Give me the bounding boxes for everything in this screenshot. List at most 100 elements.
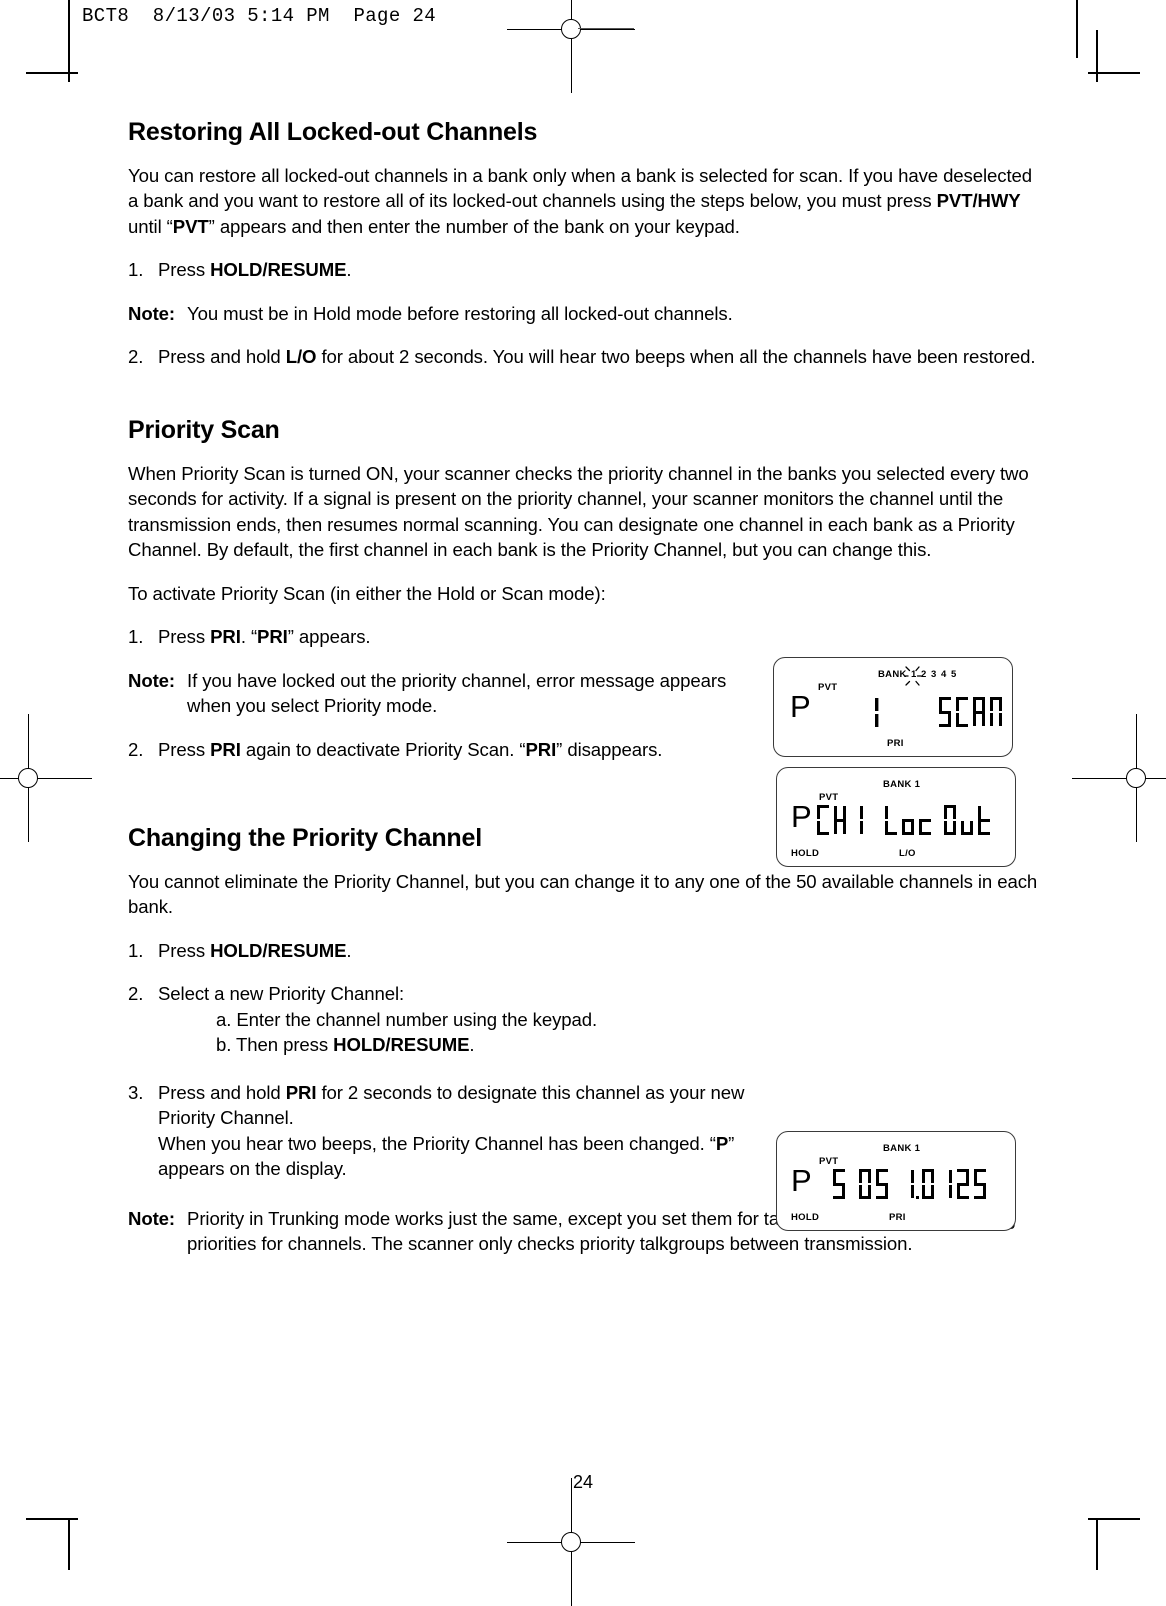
lcd-display-locout: P PVT BANK 1 HOLD L/O xyxy=(776,767,1016,867)
step-bold-pri: PRI xyxy=(210,626,241,647)
lcd-channel-digits xyxy=(866,696,880,730)
para-text-c: until “ xyxy=(128,215,173,237)
heading-priority-scan: Priority Scan xyxy=(128,415,280,444)
note-label-text: Note: xyxy=(128,1207,176,1229)
substep-a: a. Enter the channel number using the ke… xyxy=(216,1008,598,1030)
step-number: 3. xyxy=(128,1081,144,1103)
step-text: Press PRI. “PRI” appears. xyxy=(158,624,748,650)
step-text: Select a new Priority Channel: a. Enter … xyxy=(158,981,1038,1058)
lcd-bank-label: BANK 1 xyxy=(883,1143,921,1154)
print-header-text: BCT8 8/13/03 5:14 PM Page 24 xyxy=(82,5,437,27)
step-bold-p: P xyxy=(715,1132,729,1154)
lcd-display-frequency: P PVT BANK 1 HOLD PRI xyxy=(776,1131,1016,1231)
lcd-p-indicator: P xyxy=(790,689,811,724)
step-bold-pri: PRI xyxy=(210,738,241,760)
lcd-p-indicator: P xyxy=(791,799,812,834)
step-text-post: . xyxy=(346,259,352,281)
step-number: 1. xyxy=(128,259,144,281)
note-locked-out-priority: Note: If you have locked out the priorit… xyxy=(128,668,748,719)
paragraph-priority-scan: When Priority Scan is turned ON, your sc… xyxy=(128,462,1029,561)
step-item: 1. Press PRI. “PRI” appears. xyxy=(128,624,748,650)
step-text: Press and hold L/O for about 2 seconds. … xyxy=(158,344,1038,370)
step-text-pre: Press and hold xyxy=(158,346,286,368)
registration-mark-right xyxy=(1072,714,1166,842)
header-rule-left xyxy=(68,0,70,58)
note-label-text: Note: xyxy=(128,669,176,691)
step-text-pre: Press xyxy=(158,939,211,961)
step-item: 1. Press HOLD/RESUME. xyxy=(128,938,1038,964)
note-hold-mode: Note: You must be in Hold mode before re… xyxy=(128,301,1038,327)
crop-mark-bottom-right xyxy=(1084,1506,1140,1570)
step-text-post: ” disappears. xyxy=(556,738,663,760)
step-text-post: . xyxy=(346,939,352,961)
lcd-segment-text xyxy=(833,1168,1005,1204)
step-text-mid: . “ xyxy=(240,626,258,647)
paragraph-changing-priority-channel: You cannot eliminate the Priority Channe… xyxy=(128,870,1038,918)
lcd-bank-digit-4: 4 xyxy=(941,669,947,680)
note-label: Note: xyxy=(128,301,187,327)
substep-b-pre: b. Then press xyxy=(216,1034,334,1056)
para-text-a: You can restore all locked-out channels … xyxy=(128,164,1033,212)
step-bold-hold-resume: HOLD/RESUME xyxy=(210,259,347,281)
para-bold-pvt-hwy: PVT/HWY xyxy=(936,190,1021,212)
heading-restoring-all-locked-out-channels: Restoring All Locked-out Channels xyxy=(128,118,538,146)
lcd-pvt-label: PVT xyxy=(819,1156,839,1167)
lcd-pri-label: PRI xyxy=(887,738,904,749)
lcd-segment-text xyxy=(817,804,1003,840)
page-number: 24 xyxy=(572,1472,594,1492)
lcd-segment-text xyxy=(939,696,1005,730)
lcd-display-scan: P PVT BANK 1 2 3 4 5 PRI xyxy=(773,657,1013,757)
substep-b: b. Then press HOLD/RESUME. xyxy=(216,1032,1038,1058)
step-text-mid: again to deactivate Priority Scan. “ xyxy=(240,738,526,760)
step-number: 2. xyxy=(128,738,144,760)
step-number: 1. xyxy=(128,939,144,961)
step-text-post: for about 2 seconds. You will hear two b… xyxy=(316,346,1036,368)
blink-indicator-icon xyxy=(903,666,922,686)
step-number: 1. xyxy=(128,626,144,647)
step-text-pre: Press xyxy=(158,259,211,281)
step-text: Press HOLD/RESUME. xyxy=(158,938,1038,964)
paragraph-restoring-intro: You can restore all locked-out channels … xyxy=(128,163,1038,240)
step-text-post: ” appears. xyxy=(287,626,371,647)
substep-bold-hold-resume: HOLD/RESUME xyxy=(333,1034,470,1056)
step-text-line2: When you hear two beeps, the Priority Ch… xyxy=(158,1132,716,1154)
step-text-pre: Press xyxy=(158,626,211,647)
lcd-pvt-label: PVT xyxy=(818,682,838,693)
step-item: 2. Press and hold L/O for about 2 second… xyxy=(128,344,1038,370)
step-text-main: Select a new Priority Channel: xyxy=(158,983,405,1005)
step-item: 2. Press PRI again to deactivate Priorit… xyxy=(128,737,788,763)
note-label: Note: xyxy=(128,1206,187,1257)
step-item: 3. Press and hold PRI for 2 seconds to d… xyxy=(128,1080,748,1182)
step-item: 1. Press HOLD/RESUME. xyxy=(128,257,1038,283)
lcd-lo-label: L/O xyxy=(899,848,916,859)
para-text-e: ” appears and then enter the number of t… xyxy=(208,215,740,237)
step-bold-hold-resume: HOLD/RESUME xyxy=(210,939,347,961)
print-header: BCT8 8/13/03 5:14 PM Page 24 xyxy=(0,0,1166,62)
lcd-bank-digit-5: 5 xyxy=(951,669,957,680)
header-rule-right xyxy=(1076,0,1078,58)
lcd-pri-label: PRI xyxy=(889,1212,906,1223)
lcd-bank-digit-3: 3 xyxy=(931,669,937,680)
paragraph-activate-priority-scan: To activate Priority Scan (in either the… xyxy=(128,582,606,604)
crop-mark-bottom-left xyxy=(26,1506,82,1570)
step-text: Press and hold PRI for 2 seconds to desi… xyxy=(158,1080,748,1182)
note-label-text: Note: xyxy=(128,302,176,324)
substep-b-post: . xyxy=(469,1034,475,1056)
step-text-pre: Press and hold xyxy=(158,1081,286,1103)
step-number: 2. xyxy=(128,983,144,1005)
step-bold-pri-2: PRI xyxy=(257,626,288,647)
note-text: You must be in Hold mode before restorin… xyxy=(187,302,733,324)
step-item: 2. Select a new Priority Channel: a. Ent… xyxy=(128,981,1038,1058)
lcd-p-indicator: P xyxy=(791,1163,812,1198)
para-bold-pvt: PVT xyxy=(172,215,209,237)
step-bold-lo: L/O xyxy=(285,346,317,368)
lcd-hold-label: HOLD xyxy=(791,1212,820,1223)
step-number: 2. xyxy=(128,346,144,368)
step-text: Press PRI again to deactivate Priority S… xyxy=(158,737,788,763)
lcd-hold-label: HOLD xyxy=(791,848,820,859)
lcd-bank-label: BANK 1 xyxy=(883,779,921,790)
step-bold-pri: PRI xyxy=(285,1081,317,1103)
note-label: Note: xyxy=(128,668,187,719)
note-text: If you have locked out the priority chan… xyxy=(187,669,727,717)
registration-mark-left xyxy=(0,714,92,842)
